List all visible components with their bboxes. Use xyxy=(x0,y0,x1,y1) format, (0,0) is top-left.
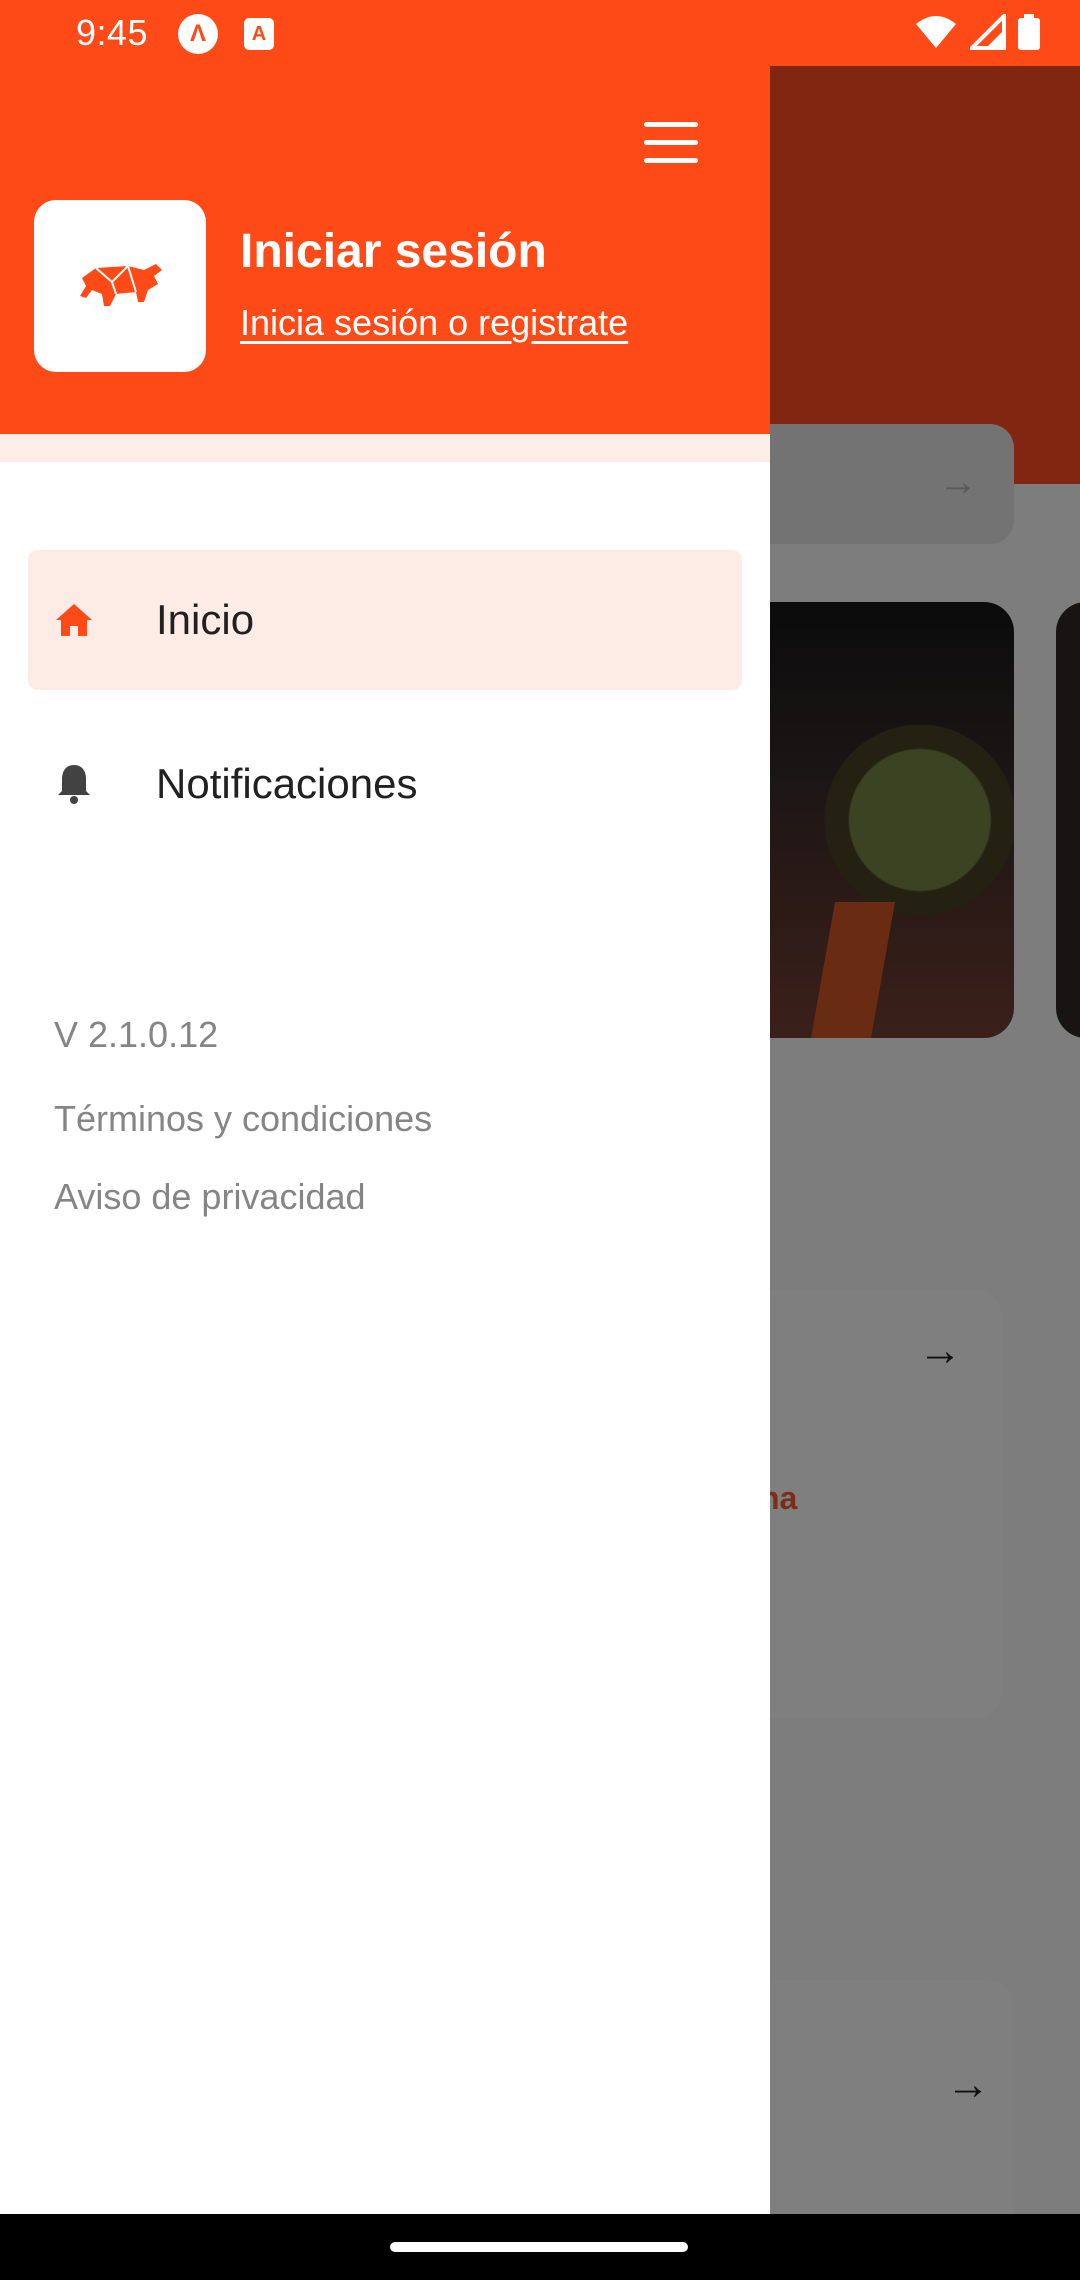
status-icons xyxy=(914,14,1040,50)
terms-link[interactable]: Términos y condiciones xyxy=(54,1098,432,1140)
nav-item-label: Notificaciones xyxy=(156,760,418,807)
app-version: V 2.1.0.12 xyxy=(54,1014,219,1055)
battery-icon xyxy=(1018,14,1040,50)
app-notification-icon: A xyxy=(244,18,274,50)
arrow-right-icon: → xyxy=(946,2060,990,2109)
bull-logo xyxy=(34,200,206,372)
home-gesture-handle[interactable] xyxy=(390,2242,688,2252)
wifi-icon xyxy=(916,16,956,48)
login-register-link[interactable]: Inicia sesión o registrate xyxy=(240,302,628,344)
arrow-right-icon: → xyxy=(938,460,978,504)
bell-icon xyxy=(54,764,94,804)
login-title: Iniciar sesión xyxy=(240,225,547,278)
nav-item-label: Inicio xyxy=(156,596,255,643)
header-divider xyxy=(0,434,770,462)
nav-item-notificaciones[interactable]: Notificaciones xyxy=(28,714,742,854)
nav-item-inicio[interactable]: Inicio xyxy=(28,550,742,690)
status-bar: 9:45 Λ A xyxy=(0,0,1080,66)
background-food-image-2 xyxy=(1056,602,1080,1038)
hamburger-menu-icon[interactable] xyxy=(640,118,704,168)
navigation-drawer: Iniciar sesión Inicia sesión o registrat… xyxy=(0,0,770,2214)
system-navigation-bar xyxy=(0,2214,1080,2280)
signal-icon xyxy=(970,14,1006,50)
home-icon xyxy=(54,600,94,640)
bull-logo-icon xyxy=(80,264,162,306)
background-header xyxy=(770,66,1080,484)
privacy-link[interactable]: Aviso de privacidad xyxy=(54,1176,366,1218)
arrow-right-icon: → xyxy=(918,1326,962,1375)
app-a-icon: Λ xyxy=(178,14,218,54)
status-time: 9:45 xyxy=(76,12,149,53)
